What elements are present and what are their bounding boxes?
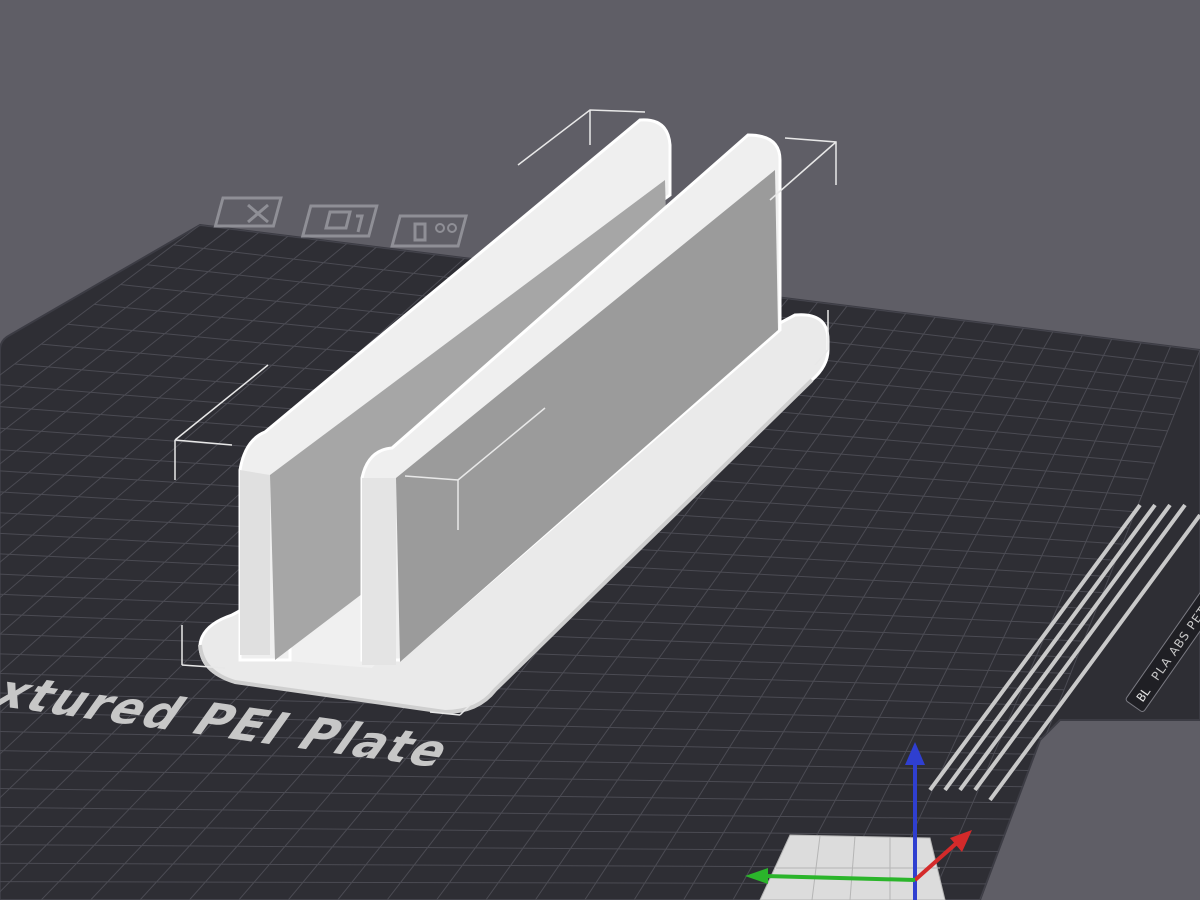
plate-settings-icon[interactable]	[390, 214, 469, 248]
delete-plate-icon[interactable]	[213, 196, 283, 228]
3d-viewport[interactable]: BL PLA ABS PETG xtured PEI Plate	[0, 0, 1200, 900]
arrange-plate-icon[interactable]	[300, 204, 379, 238]
